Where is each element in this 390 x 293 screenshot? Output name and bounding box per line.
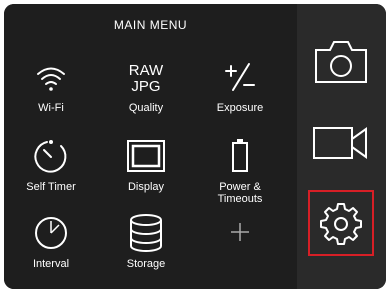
- display-icon: [116, 137, 176, 177]
- device-screen: MAIN MENU Wi-Fi RAW JPG Quality Exposure…: [4, 4, 386, 289]
- menu-item-label: Wi-Fi: [38, 102, 64, 114]
- menu-item-label: Power & Timeouts: [217, 181, 263, 205]
- wifi-icon: [21, 58, 81, 98]
- menu-item-label: Self Timer: [26, 181, 76, 193]
- menu-item-label: Storage: [126, 258, 166, 270]
- mode-sidebar: [297, 4, 386, 289]
- plus-minus-icon: [210, 58, 270, 98]
- menu-item-label: Quality: [128, 102, 164, 114]
- video-mode-button[interactable]: [310, 112, 372, 174]
- menu-item-exposure[interactable]: Exposure: [197, 58, 283, 114]
- add-icon: [210, 214, 270, 254]
- menu-item-storage[interactable]: Storage: [103, 214, 189, 270]
- camera-mode-button[interactable]: [310, 32, 372, 94]
- menu-title: MAIN MENU: [113, 18, 188, 32]
- battery-icon: [210, 137, 270, 177]
- menu-item-interval[interactable]: Interval: [8, 214, 94, 270]
- clock-icon: [21, 214, 81, 254]
- menu-item-display[interactable]: Display: [103, 137, 189, 193]
- database-icon: [116, 214, 176, 254]
- menu-item-label: Interval: [32, 258, 70, 270]
- timer-icon: [21, 137, 81, 177]
- menu-item-power-timeouts[interactable]: Power & Timeouts: [197, 137, 283, 205]
- menu-item-add[interactable]: [197, 214, 283, 258]
- menu-item-self-timer[interactable]: Self Timer: [8, 137, 94, 193]
- raw-jpg-icon: RAW JPG: [116, 58, 176, 98]
- menu-item-quality[interactable]: RAW JPG Quality: [103, 58, 189, 114]
- svg-text:RAW: RAW: [129, 62, 164, 79]
- menu-item-label: Display: [127, 181, 165, 193]
- menu-item-label: Exposure: [216, 102, 264, 114]
- menu-item-wifi[interactable]: Wi-Fi: [8, 58, 94, 114]
- main-menu-panel: MAIN MENU Wi-Fi RAW JPG Quality Exposure…: [4, 4, 297, 289]
- settings-mode-button[interactable]: [308, 190, 374, 256]
- svg-text:JPG: JPG: [131, 78, 160, 95]
